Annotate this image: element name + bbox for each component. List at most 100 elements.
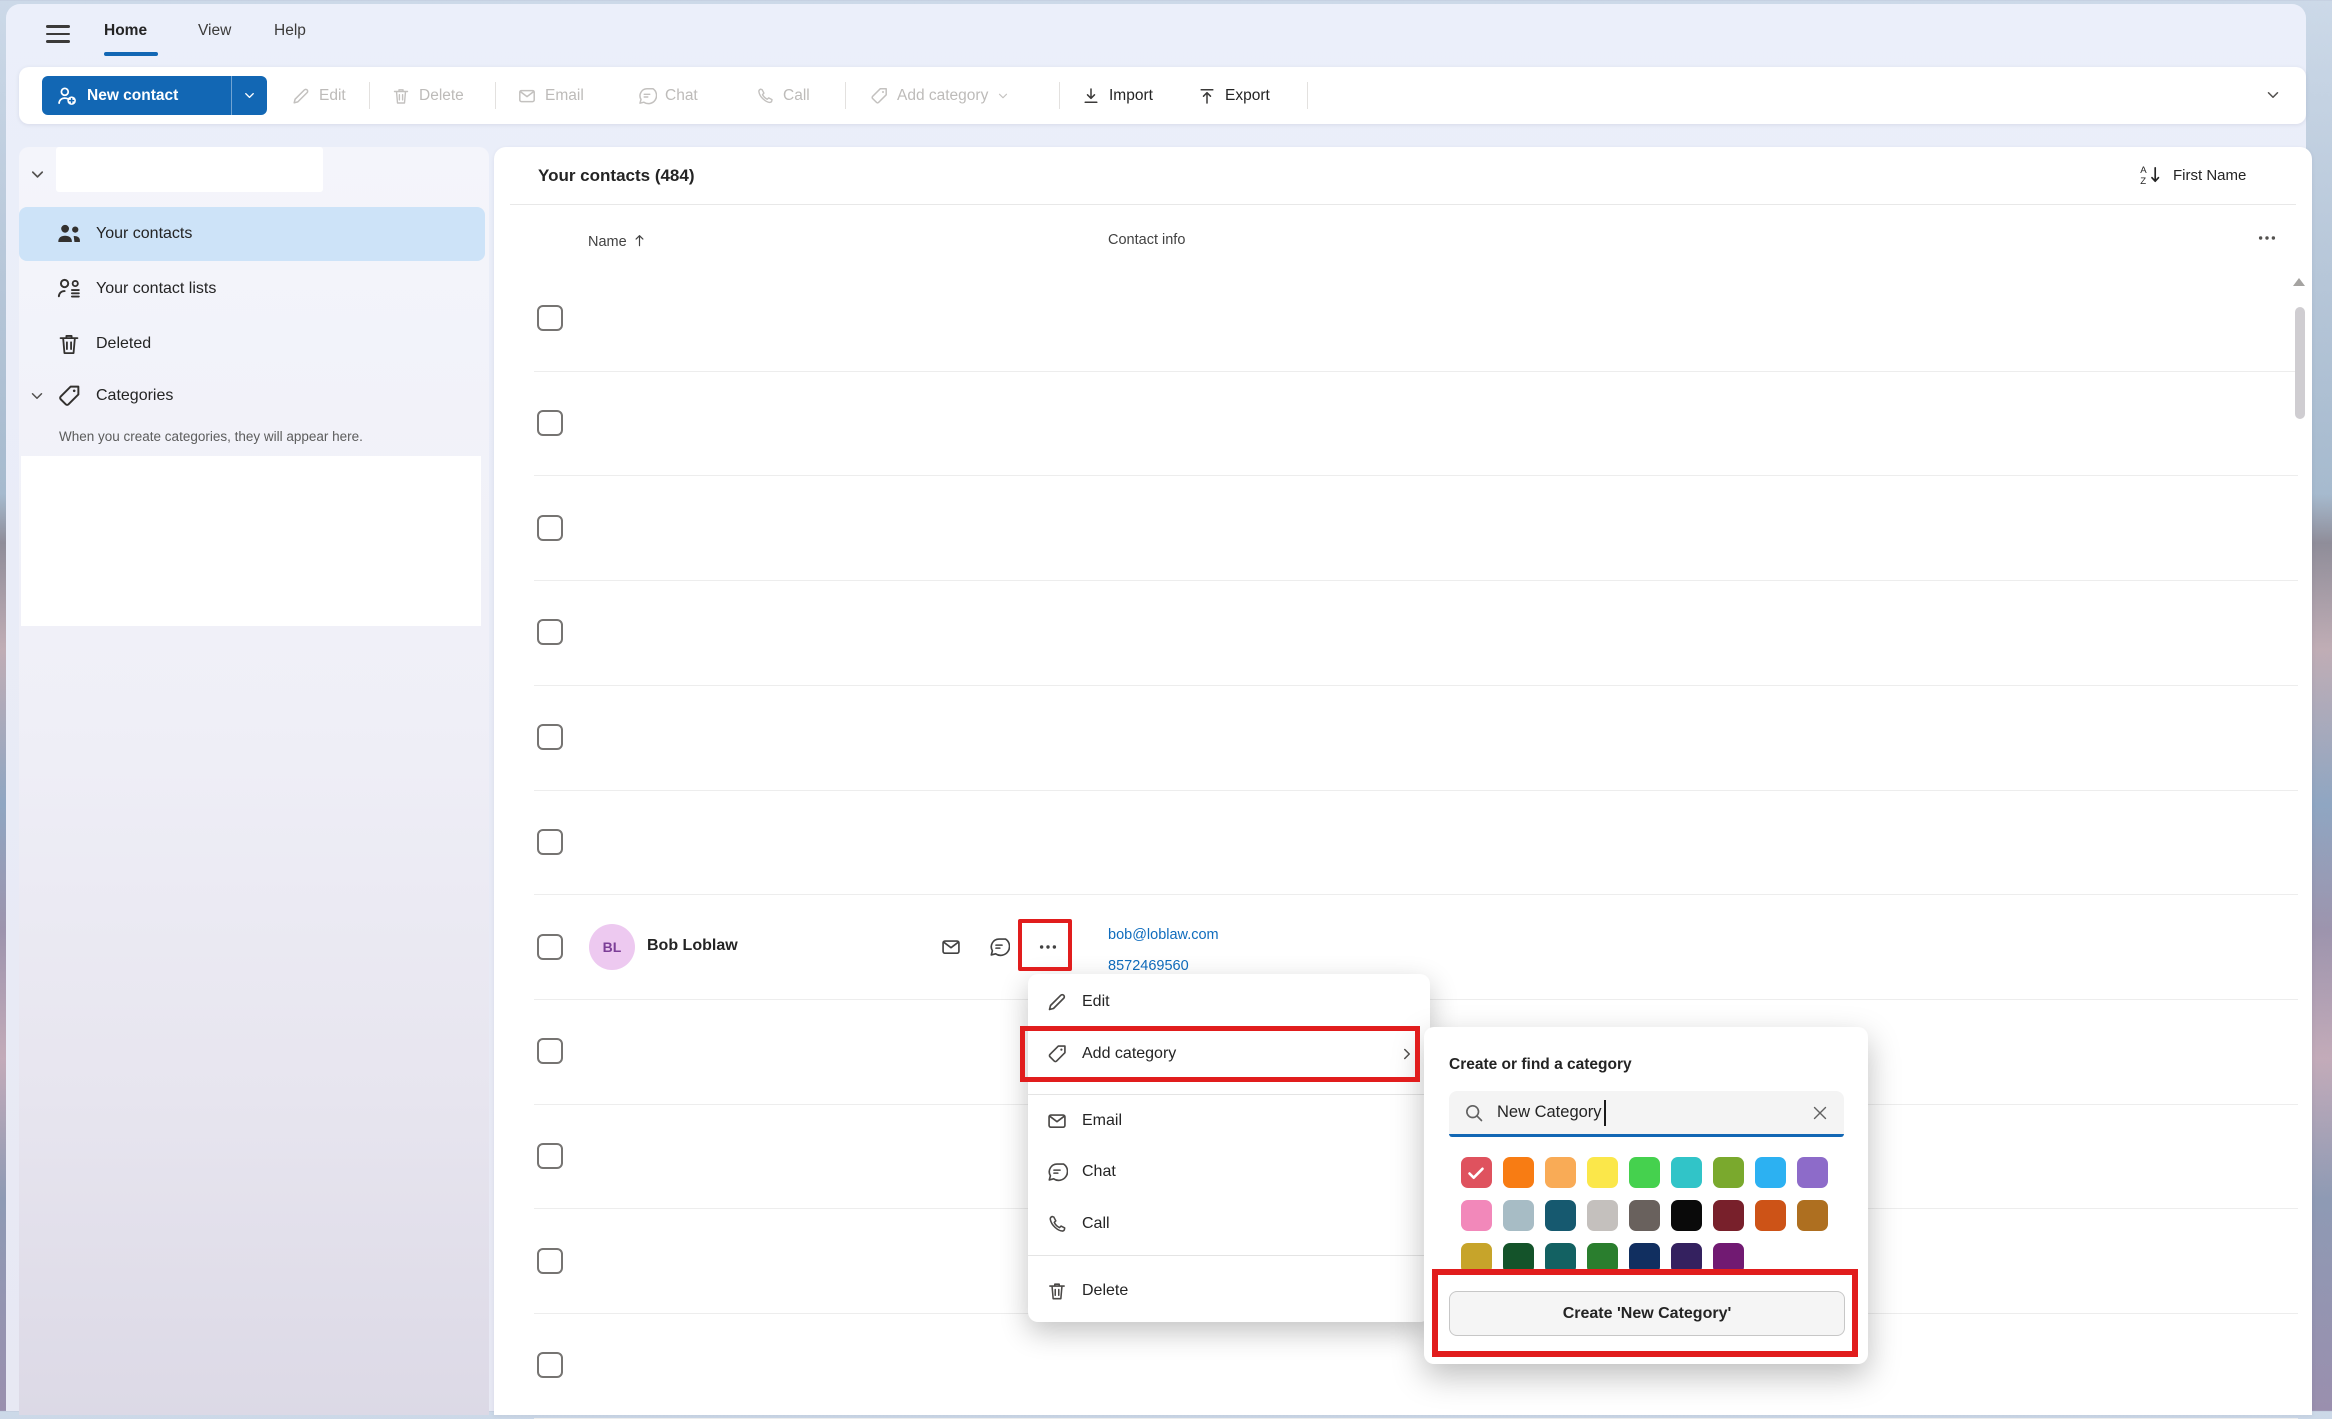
category-color-swatch[interactable]	[1503, 1157, 1534, 1188]
add-category-button[interactable]: Add category	[869, 67, 1010, 124]
category-color-swatch[interactable]	[1755, 1157, 1786, 1188]
sidebar-item-your-contact-lists[interactable]: Your contact lists	[19, 262, 485, 316]
active-tab-indicator	[104, 52, 158, 56]
edit-button[interactable]: Edit	[291, 67, 346, 124]
column-header-name[interactable]: Name	[588, 232, 648, 250]
row-checkbox[interactable]	[537, 515, 563, 541]
header-more-options-icon[interactable]	[2256, 227, 2278, 254]
pencil-icon	[1046, 991, 1068, 1013]
sidebar-redacted-block	[21, 456, 481, 626]
toolbar: New contact Edit Delete Email Chat Call	[19, 67, 2306, 124]
menu-item-add-category[interactable]: Add category	[1028, 1029, 1430, 1079]
menu-item-call[interactable]: Call	[1028, 1199, 1430, 1249]
hamburger-menu-icon[interactable]	[46, 25, 70, 43]
row-checkbox[interactable]	[537, 410, 563, 436]
call-button[interactable]: Call	[755, 67, 810, 124]
menu-item-label: Chat	[1082, 1163, 1116, 1181]
contact-more-options-icon[interactable]	[1037, 936, 1059, 958]
row-checkbox[interactable]	[537, 619, 563, 645]
category-color-swatch[interactable]	[1545, 1157, 1576, 1188]
clear-search-icon[interactable]	[1810, 1103, 1830, 1123]
category-color-swatch[interactable]	[1503, 1243, 1534, 1274]
phone-icon	[1046, 1213, 1068, 1235]
contact-phone-link[interactable]: 8572469560	[1108, 958, 1189, 974]
ribbon-collapse-button[interactable]	[2264, 86, 2282, 109]
sidebar-collapse-icon[interactable]	[28, 165, 47, 189]
sidebar-item-categories[interactable]: Categories	[19, 369, 485, 423]
delete-button[interactable]: Delete	[391, 67, 464, 124]
row-checkbox[interactable]	[537, 724, 563, 750]
category-color-swatch[interactable]	[1503, 1200, 1534, 1231]
menu-item-chat[interactable]: Chat	[1028, 1147, 1430, 1197]
email-label: Email	[545, 87, 584, 105]
category-color-swatch[interactable]	[1545, 1200, 1576, 1231]
scrollbar-thumb[interactable]	[2295, 307, 2305, 419]
chat-button[interactable]: Chat	[637, 67, 698, 124]
tab-home[interactable]: Home	[104, 22, 147, 40]
sidebar-item-your-contacts[interactable]: Your contacts	[19, 207, 485, 261]
chat-contact-icon[interactable]	[988, 936, 1010, 958]
category-color-swatch[interactable]	[1461, 1243, 1492, 1274]
category-color-swatch[interactable]	[1797, 1200, 1828, 1231]
import-button[interactable]: Import	[1081, 67, 1153, 124]
category-color-swatch[interactable]	[1713, 1243, 1744, 1274]
column-header-contact-info[interactable]: Contact info	[1108, 232, 1185, 248]
pencil-icon	[291, 86, 311, 106]
new-contact-button[interactable]: New contact	[42, 76, 267, 115]
toolbar-separator	[369, 82, 370, 109]
create-category-button[interactable]: Create 'New Category'	[1449, 1291, 1845, 1336]
row-checkbox[interactable]	[537, 1038, 563, 1064]
new-contact-dropdown[interactable]	[231, 76, 267, 115]
contact-name[interactable]: Bob Loblaw	[647, 937, 738, 955]
category-color-swatch[interactable]	[1587, 1243, 1618, 1274]
row-checkbox[interactable]	[537, 305, 563, 331]
email-contact-icon[interactable]	[940, 936, 962, 958]
menu-item-label: Delete	[1082, 1282, 1128, 1300]
category-color-swatch[interactable]	[1671, 1243, 1702, 1274]
category-color-swatch[interactable]	[1713, 1200, 1744, 1231]
category-color-swatch[interactable]	[1629, 1157, 1660, 1188]
export-button[interactable]: Export	[1197, 67, 1270, 124]
row-checkbox[interactable]	[537, 829, 563, 855]
phone-icon	[755, 86, 775, 106]
delete-label: Delete	[419, 87, 464, 105]
category-color-swatch[interactable]	[1629, 1200, 1660, 1231]
search-icon	[1463, 1102, 1485, 1124]
category-search-input[interactable]: New Category	[1449, 1091, 1844, 1137]
row-divider	[534, 580, 2298, 581]
category-color-swatch[interactable]	[1629, 1243, 1660, 1274]
sidebar-item-deleted[interactable]: Deleted	[19, 317, 485, 371]
category-color-swatch[interactable]	[1545, 1243, 1576, 1274]
category-color-swatch[interactable]	[1461, 1157, 1492, 1188]
menu-item-label: Email	[1082, 1112, 1122, 1130]
row-checkbox[interactable]	[537, 1352, 563, 1378]
category-color-swatch[interactable]	[1461, 1200, 1492, 1231]
tab-help[interactable]: Help	[274, 22, 306, 40]
chevron-down-icon	[28, 387, 46, 405]
contact-name-redacted	[1070, 1331, 1318, 1355]
contact-email-link[interactable]: bob@loblaw.com	[1108, 927, 1219, 943]
category-color-swatch[interactable]	[1755, 1200, 1786, 1231]
category-color-swatch[interactable]	[1587, 1200, 1618, 1231]
row-divider	[534, 894, 2298, 895]
menu-item-delete[interactable]: Delete	[1028, 1266, 1430, 1316]
row-checkbox[interactable]	[537, 934, 563, 960]
menu-item-edit[interactable]: Edit	[1028, 977, 1430, 1027]
scrollbar-up-icon[interactable]	[2293, 278, 2305, 286]
category-color-swatch[interactable]	[1587, 1157, 1618, 1188]
row-checkbox[interactable]	[537, 1143, 563, 1169]
menu-separator	[1028, 1255, 1430, 1256]
export-icon	[1197, 86, 1217, 106]
row-checkbox[interactable]	[537, 1248, 563, 1274]
sort-control[interactable]: First Name	[2139, 163, 2246, 187]
sort-ascending-icon	[631, 232, 648, 249]
category-color-swatch[interactable]	[1797, 1157, 1828, 1188]
category-color-swatch[interactable]	[1671, 1157, 1702, 1188]
menu-item-email[interactable]: Email	[1028, 1096, 1430, 1146]
email-button[interactable]: Email	[517, 67, 584, 124]
avatar[interactable]: BL	[589, 924, 635, 970]
category-color-swatch[interactable]	[1671, 1200, 1702, 1231]
row-divider	[534, 371, 2298, 372]
tab-view[interactable]: View	[198, 22, 231, 40]
category-color-swatch[interactable]	[1713, 1157, 1744, 1188]
